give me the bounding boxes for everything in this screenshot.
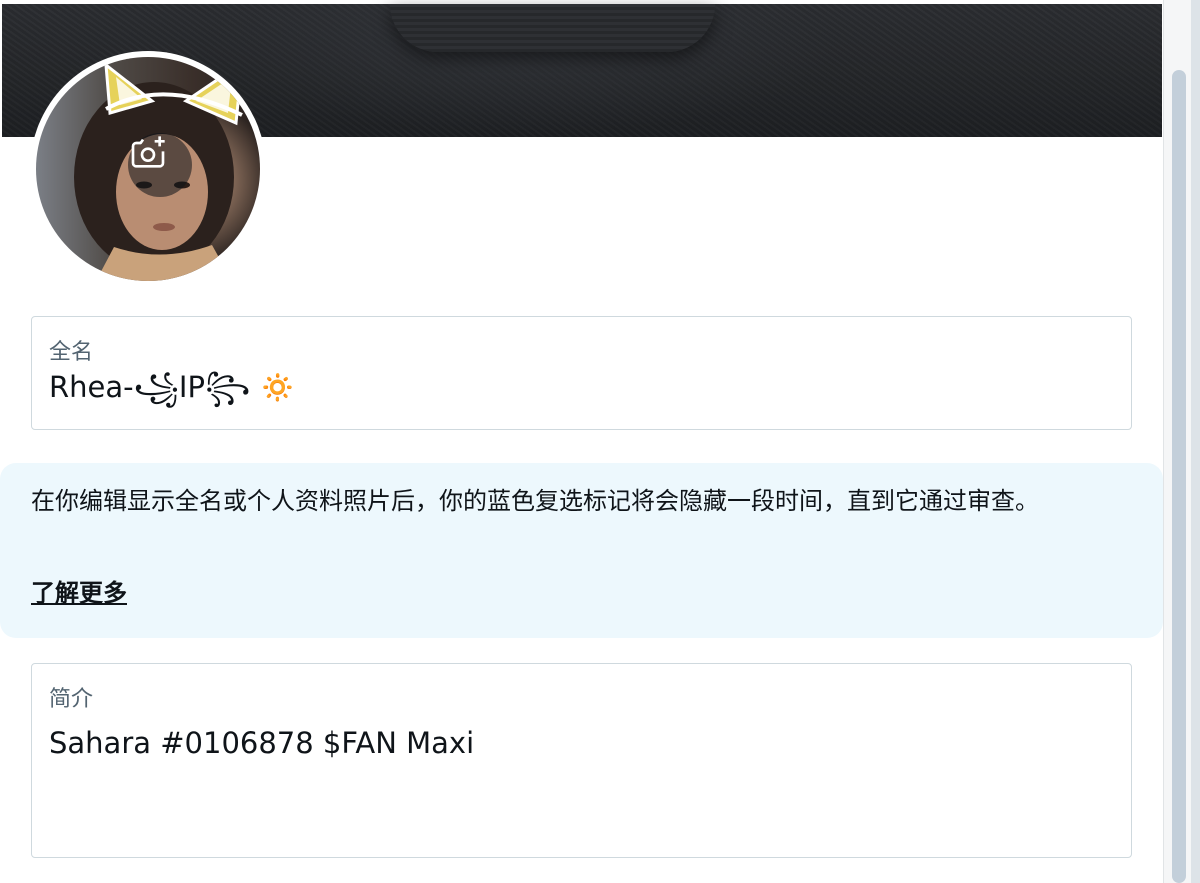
bio-field-label: 简介 [49, 687, 94, 712]
bio-field[interactable]: 简介 Sahara #0106878 $FAN Maxi [31, 663, 1132, 858]
bio-input[interactable]: Sahara #0106878 $FAN Maxi [49, 726, 1114, 760]
avatar[interactable] [30, 51, 266, 287]
verification-notice: 在你编辑显示全名或个人资料照片后，你的蓝色复选标记将会隐藏一段时间，直到它通过审… [0, 463, 1163, 638]
edit-profile-panel: 全名 Rhea-꧁IP꧂ 🔅 在你编辑显示全名或个人资料照片后，你的蓝色复选标记… [0, 0, 1163, 883]
camera-plus-icon [131, 136, 165, 168]
learn-more-link[interactable]: 了解更多 [31, 573, 127, 608]
name-field[interactable]: 全名 Rhea-꧁IP꧂ 🔅 [31, 316, 1132, 430]
scrollbar-thumb[interactable] [1172, 70, 1186, 883]
avatar-photo [36, 57, 260, 281]
background-page-edge [1191, 0, 1200, 883]
name-input[interactable]: Rhea-꧁IP꧂ 🔅 [49, 365, 1114, 424]
change-avatar-button[interactable] [128, 133, 192, 197]
notice-text: 在你编辑显示全名或个人资料照片后，你的蓝色复选标记将会隐藏一段时间，直到它通过审… [31, 487, 1039, 515]
name-field-label: 全名 [49, 340, 94, 365]
banner-decoration [390, 4, 715, 52]
